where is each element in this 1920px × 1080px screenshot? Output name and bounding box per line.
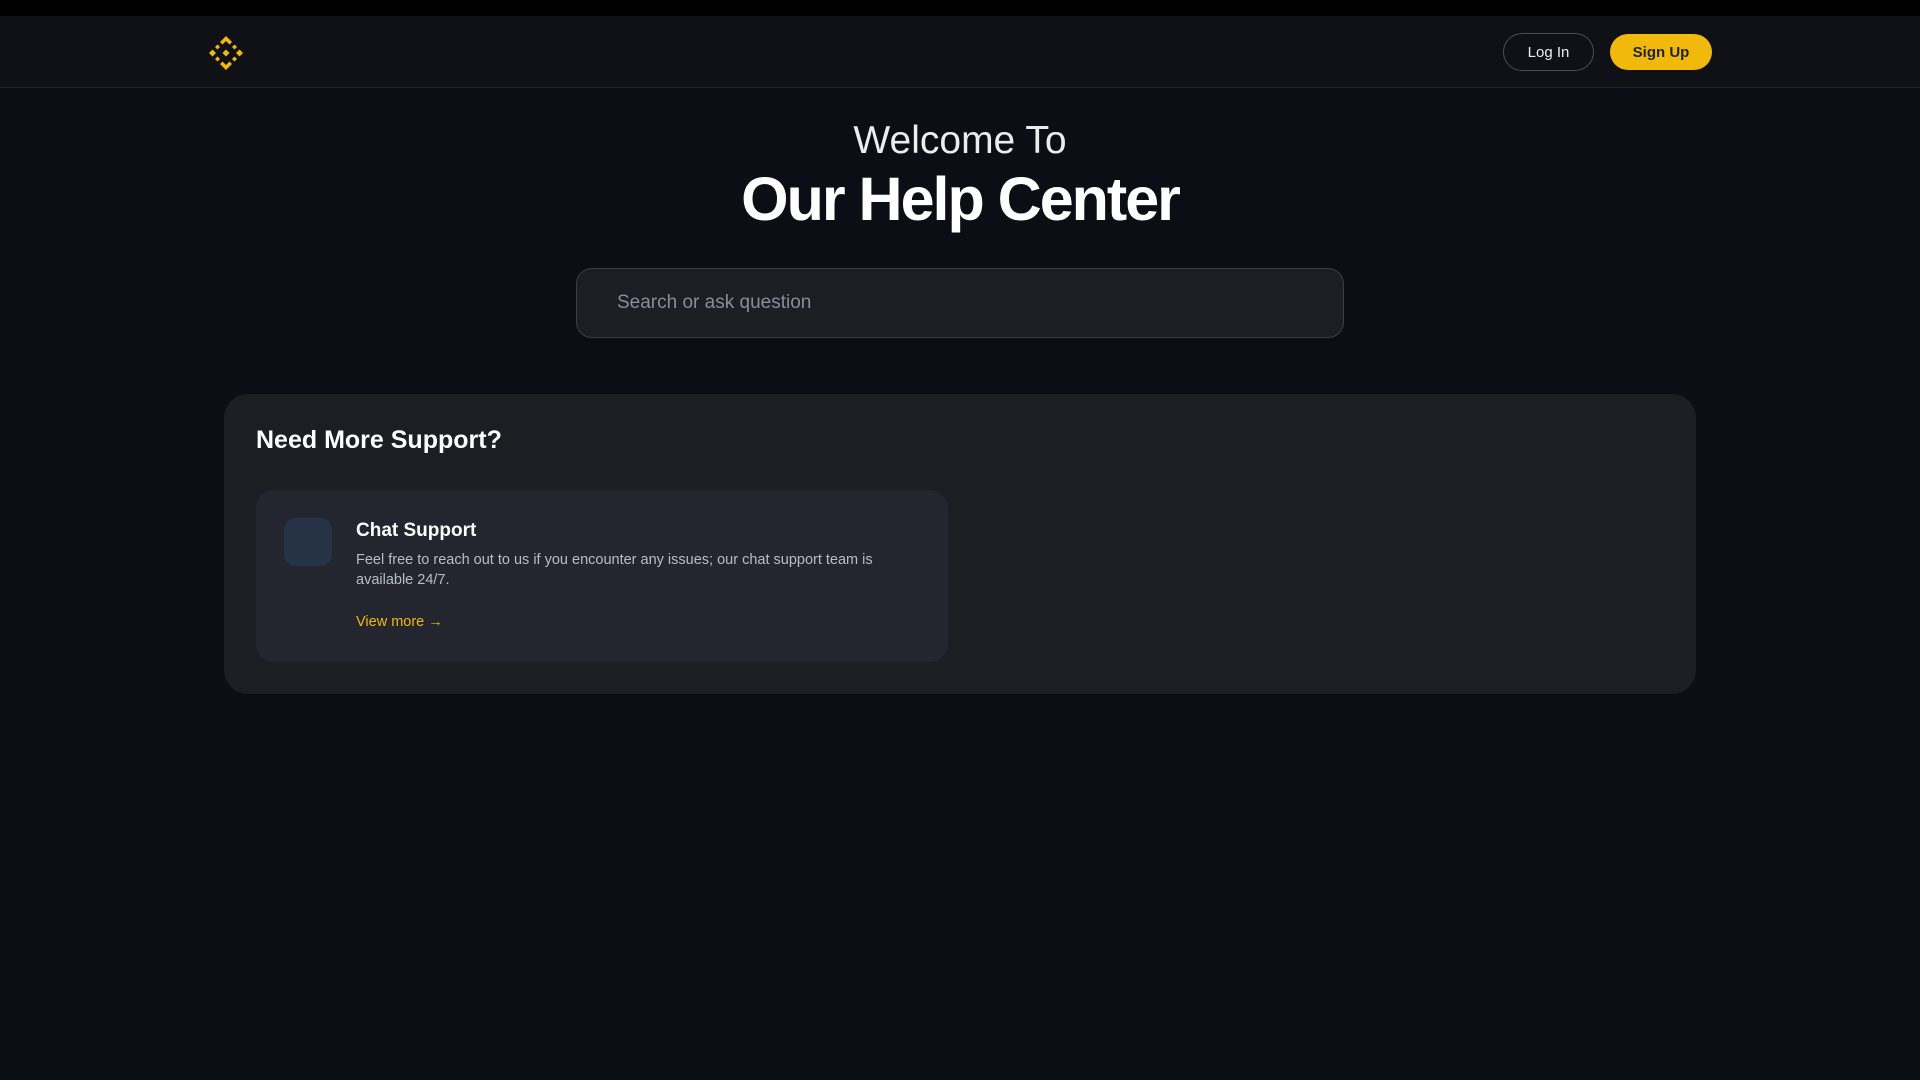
welcome-text: Welcome To <box>853 119 1067 162</box>
card-description: Feel free to reach out to us if you enco… <box>356 552 873 588</box>
card-title: Chat Support <box>356 520 477 541</box>
support-panel: Need More Support? Chat Support Feel fre… <box>224 394 1696 694</box>
top-strip <box>0 0 1920 16</box>
signup-button[interactable]: Sign Up <box>1610 34 1712 70</box>
view-more-link[interactable]: View more → <box>356 614 443 630</box>
binance-logo-icon[interactable] <box>207 34 245 72</box>
page-title: Our Help Center <box>741 165 1181 233</box>
search-box[interactable] <box>576 268 1344 338</box>
chat-icon <box>284 518 332 566</box>
search-input[interactable] <box>617 292 1303 314</box>
support-title: Need More Support? <box>256 426 502 454</box>
header: Log In Sign Up <box>0 16 1920 88</box>
login-button[interactable]: Log In <box>1503 33 1594 71</box>
chat-support-card[interactable]: Chat Support Feel free to reach out to u… <box>256 490 948 662</box>
